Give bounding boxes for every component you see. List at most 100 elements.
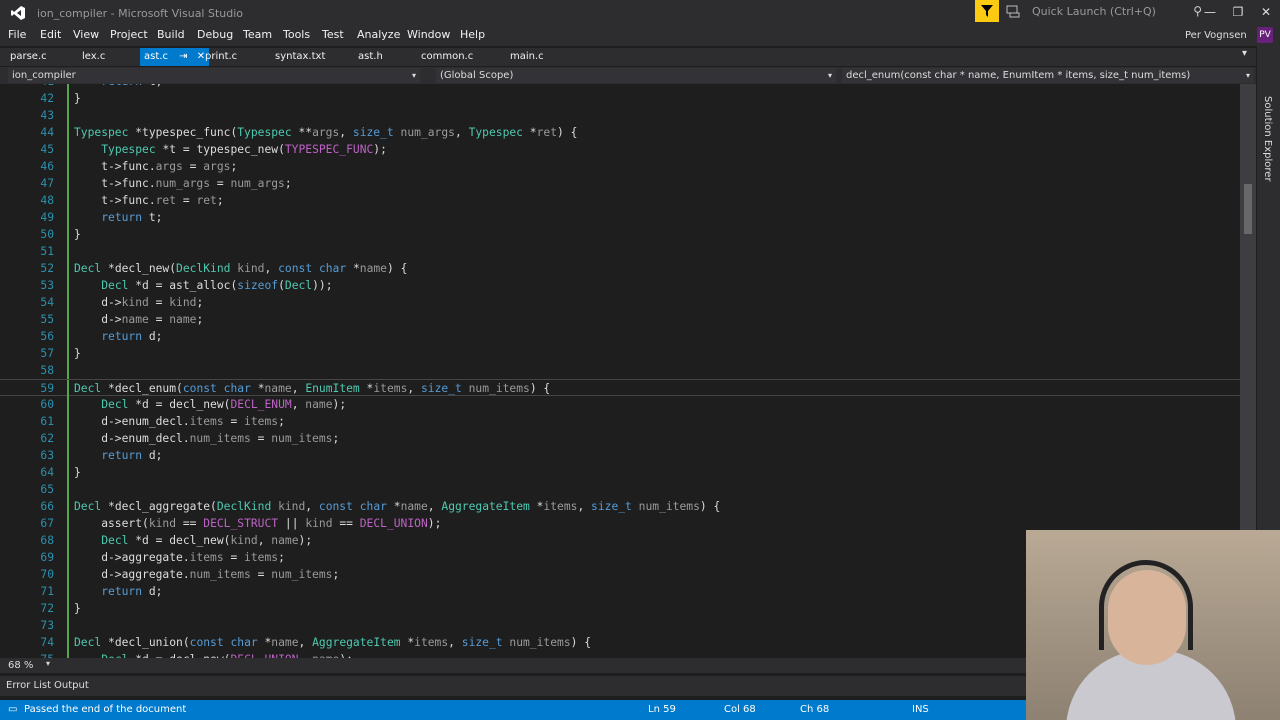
line-number: 63 bbox=[40, 449, 54, 462]
close-button[interactable]: ✕ bbox=[1256, 2, 1276, 22]
change-marker bbox=[67, 209, 69, 226]
zoom-level[interactable]: 68 % bbox=[8, 660, 33, 671]
project-dropdown[interactable]: ion_compiler ▾ bbox=[8, 68, 420, 83]
change-marker bbox=[67, 617, 69, 634]
tab-common-c[interactable]: common.c bbox=[421, 48, 473, 66]
chevron-down-icon: ▾ bbox=[411, 71, 416, 80]
menu-view[interactable]: View bbox=[73, 28, 99, 41]
menu-build[interactable]: Build bbox=[157, 28, 185, 41]
code-text: Decl *decl_union(const char *name, Aggre… bbox=[74, 636, 592, 649]
close-tab-icon[interactable]: ✕ bbox=[197, 51, 205, 62]
change-marker bbox=[67, 481, 69, 498]
code-line[interactable]: 49 return t; bbox=[0, 209, 1240, 226]
change-marker bbox=[67, 124, 69, 141]
status-char: Ch 68 bbox=[800, 704, 830, 715]
line-number: 57 bbox=[40, 347, 54, 360]
menu-help[interactable]: Help bbox=[460, 28, 485, 41]
code-line[interactable]: 60 Decl *d = decl_new(DECL_ENUM, name); bbox=[0, 396, 1240, 413]
code-text: d->enum_decl.num_items = num_items; bbox=[74, 432, 340, 445]
change-marker bbox=[67, 107, 69, 124]
headset-icon bbox=[1099, 560, 1193, 650]
code-line[interactable]: 55 d->name = name; bbox=[0, 311, 1240, 328]
code-line[interactable]: 59 Decl *decl_enum(const char *name, Enum… bbox=[0, 379, 1240, 397]
code-text: return d; bbox=[101, 330, 163, 343]
code-line[interactable]: 50} bbox=[0, 226, 1240, 243]
code-line[interactable]: 54 d->kind = kind; bbox=[0, 294, 1240, 311]
scope-dropdown[interactable]: (Global Scope) ▾ bbox=[436, 68, 836, 83]
filter-icon[interactable] bbox=[975, 0, 999, 22]
line-number: 72 bbox=[40, 602, 54, 615]
code-line[interactable]: 62 d->enum_decl.num_items = num_items; bbox=[0, 430, 1240, 447]
line-number: 56 bbox=[40, 330, 54, 343]
code-line[interactable]: 43 bbox=[0, 107, 1240, 124]
code-text: Decl *decl_enum(const char *name, EnumIt… bbox=[74, 382, 551, 395]
code-text: t->func.ret = ret; bbox=[74, 194, 224, 207]
chevron-down-icon[interactable]: ▾ bbox=[46, 659, 50, 668]
tab-lex-c[interactable]: lex.c bbox=[82, 48, 105, 66]
project-dropdown-value: ion_compiler bbox=[12, 70, 76, 81]
menu-project[interactable]: Project bbox=[110, 28, 148, 41]
menu-bar: File Edit View Project Build Debug Team … bbox=[0, 25, 1280, 46]
quick-launch-input[interactable]: Quick Launch (Ctrl+Q) ⚲ bbox=[1027, 1, 1202, 22]
tab-ast-h[interactable]: ast.h bbox=[358, 48, 383, 66]
line-number: 69 bbox=[40, 551, 54, 564]
code-text: } bbox=[74, 466, 81, 479]
menu-debug[interactable]: Debug bbox=[197, 28, 233, 41]
code-line[interactable]: 64} bbox=[0, 464, 1240, 481]
code-line[interactable]: 61 d->enum_decl.items = items; bbox=[0, 413, 1240, 430]
code-line[interactable]: 51 bbox=[0, 243, 1240, 260]
line-number: 58 bbox=[40, 364, 54, 377]
code-line[interactable]: 44 Typespec *typespec_func(Typespec **arg… bbox=[0, 124, 1240, 141]
change-marker bbox=[67, 141, 69, 158]
menu-test[interactable]: Test bbox=[322, 28, 344, 41]
menu-team[interactable]: Team bbox=[243, 28, 272, 41]
code-line[interactable]: 58 bbox=[0, 362, 1240, 379]
code-text: Decl *d = decl_new(DECL_UNION, name); bbox=[74, 651, 353, 658]
menu-analyze[interactable]: Analyze bbox=[357, 28, 400, 41]
member-dropdown[interactable]: decl_enum(const char * name, EnumItem * … bbox=[842, 68, 1254, 83]
change-marker bbox=[67, 192, 69, 209]
pin-icon[interactable]: ⇥ bbox=[179, 51, 187, 62]
menu-tools[interactable]: Tools bbox=[283, 28, 310, 41]
minimize-button[interactable]: — bbox=[1200, 2, 1220, 22]
tab-print-c[interactable]: print.c bbox=[205, 48, 237, 66]
code-line[interactable]: 65 bbox=[0, 481, 1240, 498]
code-line[interactable]: 46 t->func.args = args; bbox=[0, 158, 1240, 175]
code-line[interactable]: 57} bbox=[0, 345, 1240, 362]
scrollbar-thumb[interactable] bbox=[1244, 184, 1252, 234]
change-marker bbox=[67, 549, 69, 566]
menu-file[interactable]: File bbox=[8, 28, 26, 41]
tab-output[interactable]: Output bbox=[54, 680, 89, 691]
menu-window[interactable]: Window bbox=[407, 28, 450, 41]
change-marker bbox=[67, 226, 69, 243]
line-number: 64 bbox=[40, 466, 54, 479]
webcam-overlay bbox=[1026, 530, 1280, 720]
tab-error-list[interactable]: Error List bbox=[6, 680, 51, 691]
menu-edit[interactable]: Edit bbox=[40, 28, 61, 41]
code-line[interactable]: 56 return d; bbox=[0, 328, 1240, 345]
user-name[interactable]: Per Vognsen bbox=[1185, 30, 1247, 41]
tab-overflow-icon[interactable]: ▾ bbox=[1242, 48, 1247, 59]
restore-button[interactable]: ❐ bbox=[1228, 2, 1248, 22]
code-text: return d; bbox=[101, 449, 163, 462]
avatar[interactable]: PV bbox=[1257, 27, 1273, 43]
feedback-icon[interactable] bbox=[1006, 4, 1020, 18]
tab-syntax-txt[interactable]: syntax.txt bbox=[275, 48, 325, 66]
change-marker bbox=[67, 413, 69, 430]
status-icon: ▭ bbox=[8, 704, 18, 715]
code-text: Decl *d = decl_new(kind, name); bbox=[101, 534, 313, 547]
tab-parse-c[interactable]: parse.c bbox=[10, 48, 47, 66]
line-number: 61 bbox=[40, 415, 54, 428]
change-marker bbox=[67, 90, 69, 107]
code-line[interactable]: 42} bbox=[0, 90, 1240, 107]
code-line[interactable]: 66 Decl *decl_aggregate(DeclKind kind, co… bbox=[0, 498, 1240, 515]
change-marker bbox=[67, 447, 69, 464]
tab-ast-c[interactable]: ast.c ⇥ ✕ bbox=[140, 48, 210, 66]
code-line[interactable]: 52 Decl *decl_new(DeclKind kind, const ch… bbox=[0, 260, 1240, 277]
code-line[interactable]: 48 t->func.ret = ret; bbox=[0, 192, 1240, 209]
code-line[interactable]: 63 return d; bbox=[0, 447, 1240, 464]
code-line[interactable]: 53 Decl *d = ast_alloc(sizeof(Decl)); bbox=[0, 277, 1240, 294]
tab-main-c[interactable]: main.c bbox=[510, 48, 544, 66]
code-line[interactable]: 47 t->func.num_args = num_args; bbox=[0, 175, 1240, 192]
code-line[interactable]: 45 Typespec *t = typespec_new(TYPESPEC_F… bbox=[0, 141, 1240, 158]
